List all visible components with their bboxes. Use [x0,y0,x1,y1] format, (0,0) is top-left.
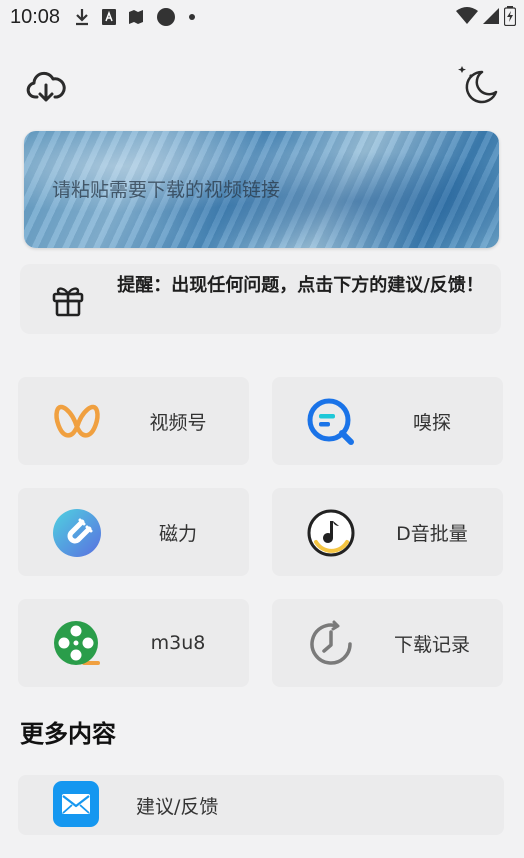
film-reel-icon [54,621,100,665]
tool-label: m3u8 [150,632,206,654]
gift-icon [52,287,84,317]
download-icon [76,9,89,26]
status-bar: 10:08 [0,0,524,34]
more-section-title: 更多内容 [20,720,116,748]
link-input[interactable] [52,175,472,205]
tool-label: 嗅探 [412,411,451,434]
douyin-batch-button[interactable]: D音批量 [272,488,503,576]
history-clock-icon [310,620,352,665]
notice-card: 提醒：出现任何问题，点击下方的建议/反馈！ [20,264,501,334]
dot-icon [189,14,196,20]
sniff-button[interactable]: 嗅探 [272,377,503,465]
music-note-icon [307,509,355,557]
night-mode-icon [458,66,498,104]
theme-toggle-button[interactable] [455,62,501,108]
magnet-button[interactable]: 磁力 [18,488,249,576]
tool-label: D音批量 [396,522,468,545]
tool-label: 磁力 [158,522,197,545]
circle-icon [157,8,176,26]
wechat-channels-button[interactable]: 视频号 [18,377,249,465]
wechat-channels-icon [54,404,100,438]
link-input-banner [24,131,499,248]
wifi-icon [456,7,478,24]
magnet-icon [53,509,101,557]
mail-icon [53,781,99,827]
signal-icon [483,8,499,24]
sniff-search-icon [307,398,354,445]
feedback-button[interactable]: 建议/反馈 [18,775,504,835]
tool-label: 视频号 [149,411,207,434]
feedback-label: 建议/反馈 [136,795,219,818]
cloud-download-icon [26,71,66,102]
download-history-button[interactable]: 下载记录 [272,599,503,687]
cloud-download-button[interactable] [26,70,66,104]
tool-label: 下载记录 [393,633,470,656]
a-icon [102,9,117,25]
notice-text: 提醒：出现任何问题，点击下方的建议/反馈！ [117,275,484,296]
battery-icon [504,6,516,26]
book-icon [129,10,144,24]
m3u8-button[interactable]: m3u8 [18,599,249,687]
status-time: 10:08 [10,5,61,28]
